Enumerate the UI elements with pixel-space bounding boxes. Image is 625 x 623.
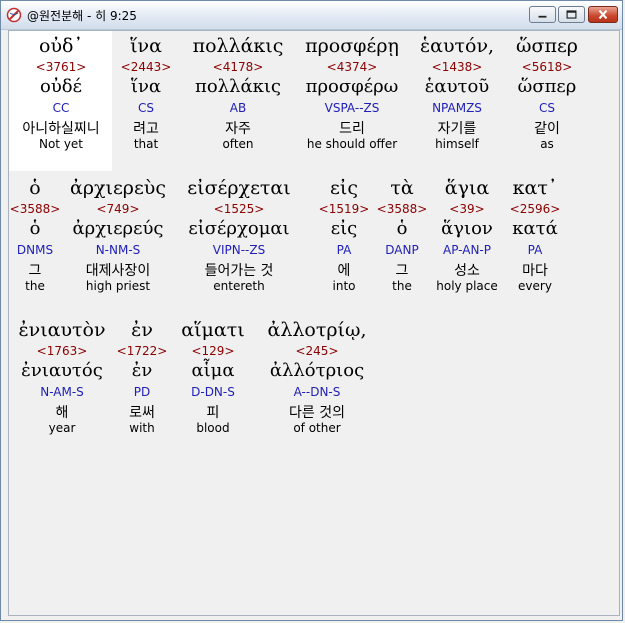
english-gloss: every (518, 279, 552, 293)
app-window: @원전분해 - 히 9:25 οὐδ᾽ <3761> οὐδέ CC 아니하실찌… (0, 0, 623, 621)
parsing-code: VSPA--ZS (324, 101, 380, 115)
english-gloss: blood (196, 421, 230, 435)
korean-gloss: 같이 (534, 121, 560, 137)
minimize-button[interactable] (529, 6, 556, 23)
greek-text: προσφέρῃ (305, 35, 399, 57)
english-gloss: entereth (213, 279, 265, 293)
greek-text: πολλάκις (192, 35, 284, 57)
app-logo-icon (6, 7, 22, 23)
title-bar[interactable]: @원전분해 - 히 9:25 (1, 1, 622, 30)
greek-text: κατ᾽ (512, 177, 558, 199)
greek-text: ὥσπερ (516, 35, 578, 57)
korean-gloss: 다른 것의 (289, 405, 345, 421)
lemma-text: προσφέρω (305, 76, 399, 97)
strong-number: <245> (295, 344, 339, 358)
lemma-text: κατά (512, 218, 558, 239)
close-icon (598, 9, 608, 20)
korean-gloss: 마다 (522, 263, 548, 279)
parsing-code: D-DN-S (191, 385, 235, 399)
lemma-text: ἀλλότριος (269, 360, 365, 381)
korean-gloss: 드리 (339, 121, 365, 137)
strong-number: <1525> (213, 202, 265, 216)
strong-number: <749> (96, 202, 140, 216)
korean-gloss: 대제사장이 (85, 263, 151, 279)
window-title: @원전분해 - 히 9:25 (27, 9, 137, 23)
lemma-text: αἷμα (191, 360, 235, 381)
english-gloss: of other (293, 421, 341, 435)
lemma-text: ἀρχιερεύς (72, 218, 164, 239)
lemma-text: εἰσέρχομαι (188, 218, 290, 239)
english-gloss: high priest (85, 279, 151, 293)
parsing-code: CS (539, 101, 555, 115)
greek-text: εἰσέρχεται (187, 177, 291, 199)
lemma-text: πολλάκις (194, 76, 282, 97)
korean-gloss: 피 (206, 405, 220, 421)
strong-number: <4178> (212, 60, 264, 74)
maximize-icon (566, 10, 577, 19)
parsing-code: AB (229, 101, 247, 115)
parsing-code: VIPN--ZS (212, 243, 266, 257)
greek-text: ἀλλοτρίῳ, (267, 319, 367, 341)
greek-text: ἀρχιερεὺς (69, 177, 166, 199)
korean-gloss: 자주 (225, 121, 251, 137)
greek-text: αἵματι (181, 319, 245, 341)
english-gloss: often (222, 137, 254, 151)
parsing-code: A--DN-S (293, 385, 341, 399)
strong-number: <4374> (326, 60, 378, 74)
strong-number: <2596> (509, 202, 561, 216)
minimize-icon (538, 15, 547, 18)
korean-gloss: 들어가는 것 (204, 263, 274, 279)
strong-number: <129> (191, 344, 235, 358)
parsing-code: N-NM-S (95, 243, 141, 257)
interlinear-view[interactable]: οὐδ᾽ <3761> οὐδέ CC 아니하실찌니 Not yet ἵνα <… (8, 30, 620, 616)
strong-number: <5618> (521, 60, 573, 74)
english-gloss: he should offer (306, 137, 398, 151)
maximize-button[interactable] (558, 6, 585, 23)
parsing-code: PA (527, 243, 543, 257)
close-button[interactable] (588, 6, 618, 23)
lemma-text: ὥσπερ (517, 76, 577, 97)
english-gloss: as (540, 137, 554, 151)
